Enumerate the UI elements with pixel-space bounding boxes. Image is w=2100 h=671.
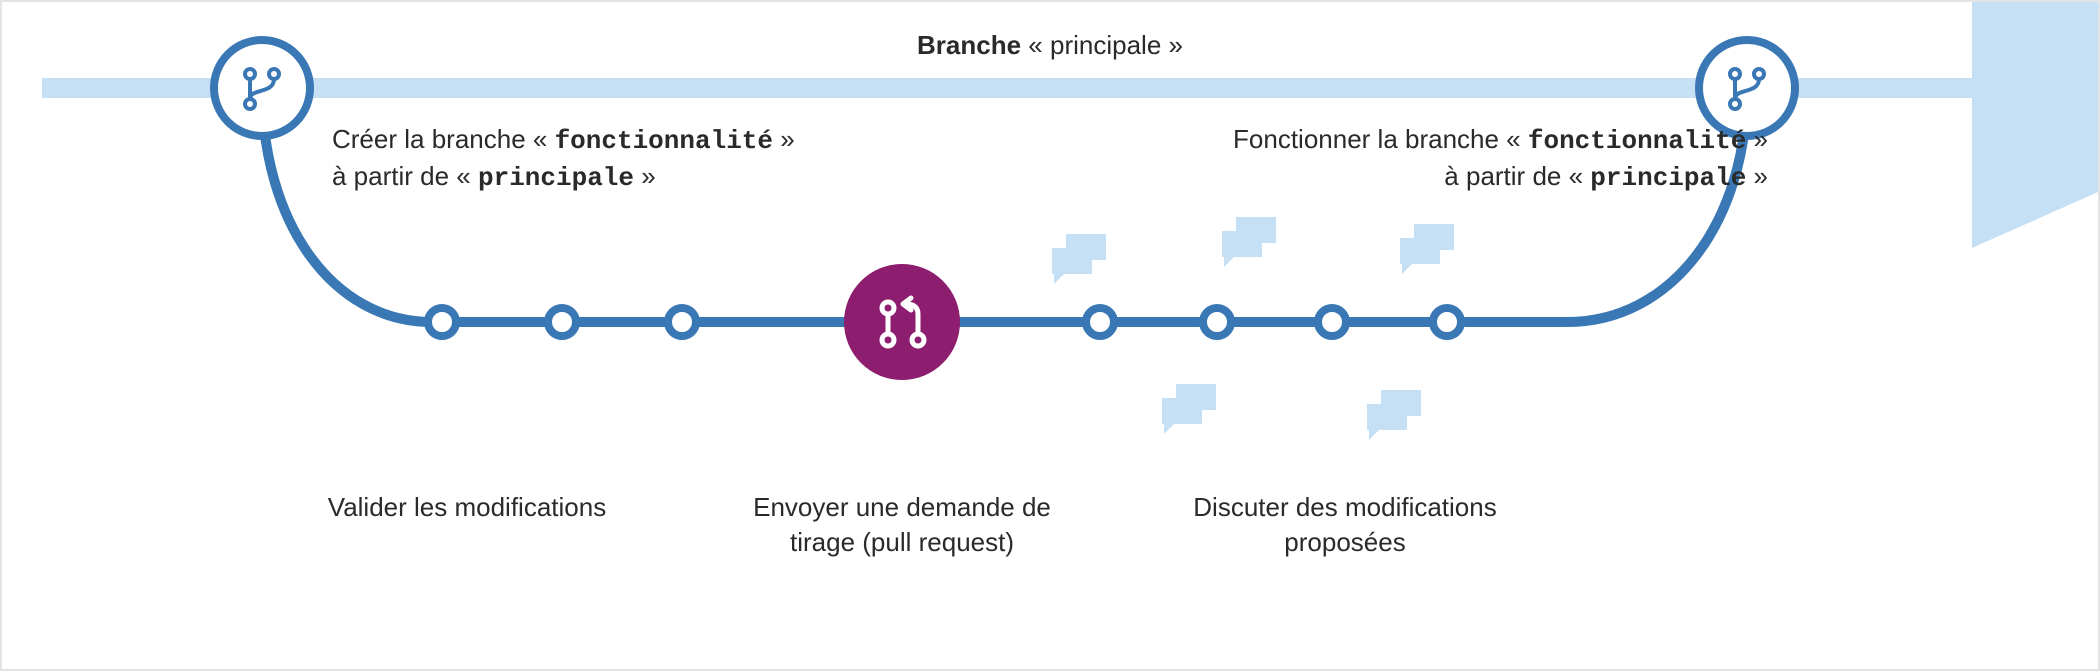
commit-node: [1433, 308, 1461, 336]
main-branch-label: Branche « principale »: [2, 28, 2098, 63]
commit-node: [1318, 308, 1346, 336]
chat-icon: [1400, 224, 1454, 274]
pull-request-node: [844, 264, 960, 380]
chat-icon: [1367, 390, 1421, 440]
chat-icon: [1052, 234, 1106, 284]
create-branch-text: Créer la branche « fonctionnalité » à pa…: [332, 122, 852, 196]
caption-discuss: Discuter des modifications proposées: [1165, 490, 1525, 560]
git-workflow-diagram: Branche « principale » Créer la branche …: [0, 0, 2100, 671]
chat-icon: [1222, 217, 1276, 267]
commit-node: [1086, 308, 1114, 336]
commit-node: [668, 308, 696, 336]
commit-node: [428, 308, 456, 336]
commit-node: [1203, 308, 1231, 336]
chat-icon: [1162, 384, 1216, 434]
caption-pull-request: Envoyer une demande de tirage (pull requ…: [722, 490, 1082, 560]
merge-branch-text: Fonctionner la branche « fonctionnalité …: [1208, 122, 1768, 196]
caption-commit: Valider les modifications: [297, 490, 637, 525]
commit-node: [548, 308, 576, 336]
diagram-canvas: [2, 2, 2100, 671]
